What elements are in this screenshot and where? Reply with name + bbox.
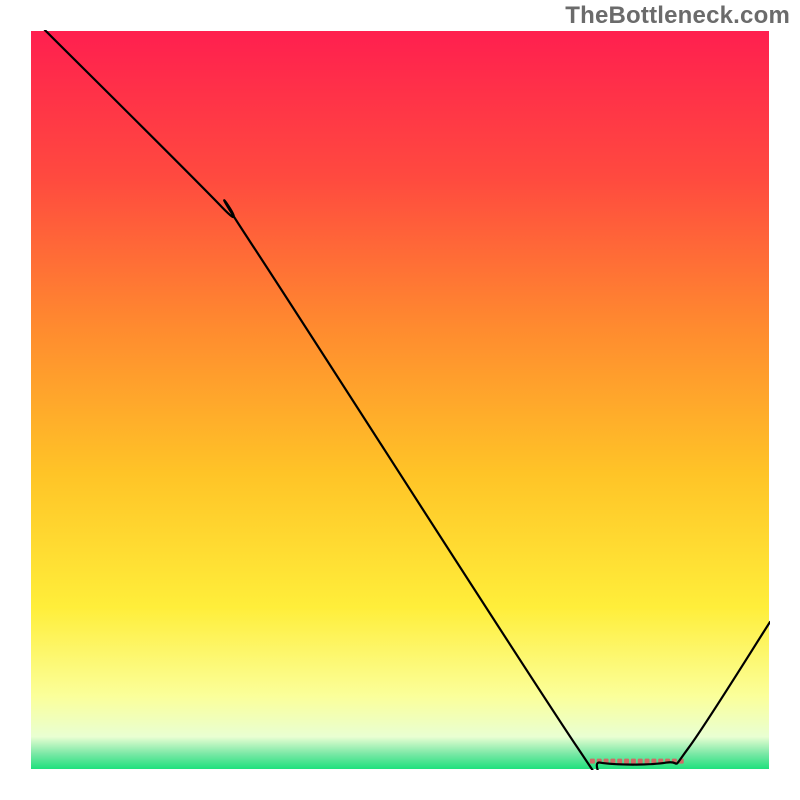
gradient-bg: [30, 30, 770, 770]
chart-container: TheBottleneck.com: [0, 0, 800, 800]
watermark-text: TheBottleneck.com: [565, 2, 790, 30]
chart-svg: [30, 30, 770, 770]
plot-area: [30, 30, 770, 770]
